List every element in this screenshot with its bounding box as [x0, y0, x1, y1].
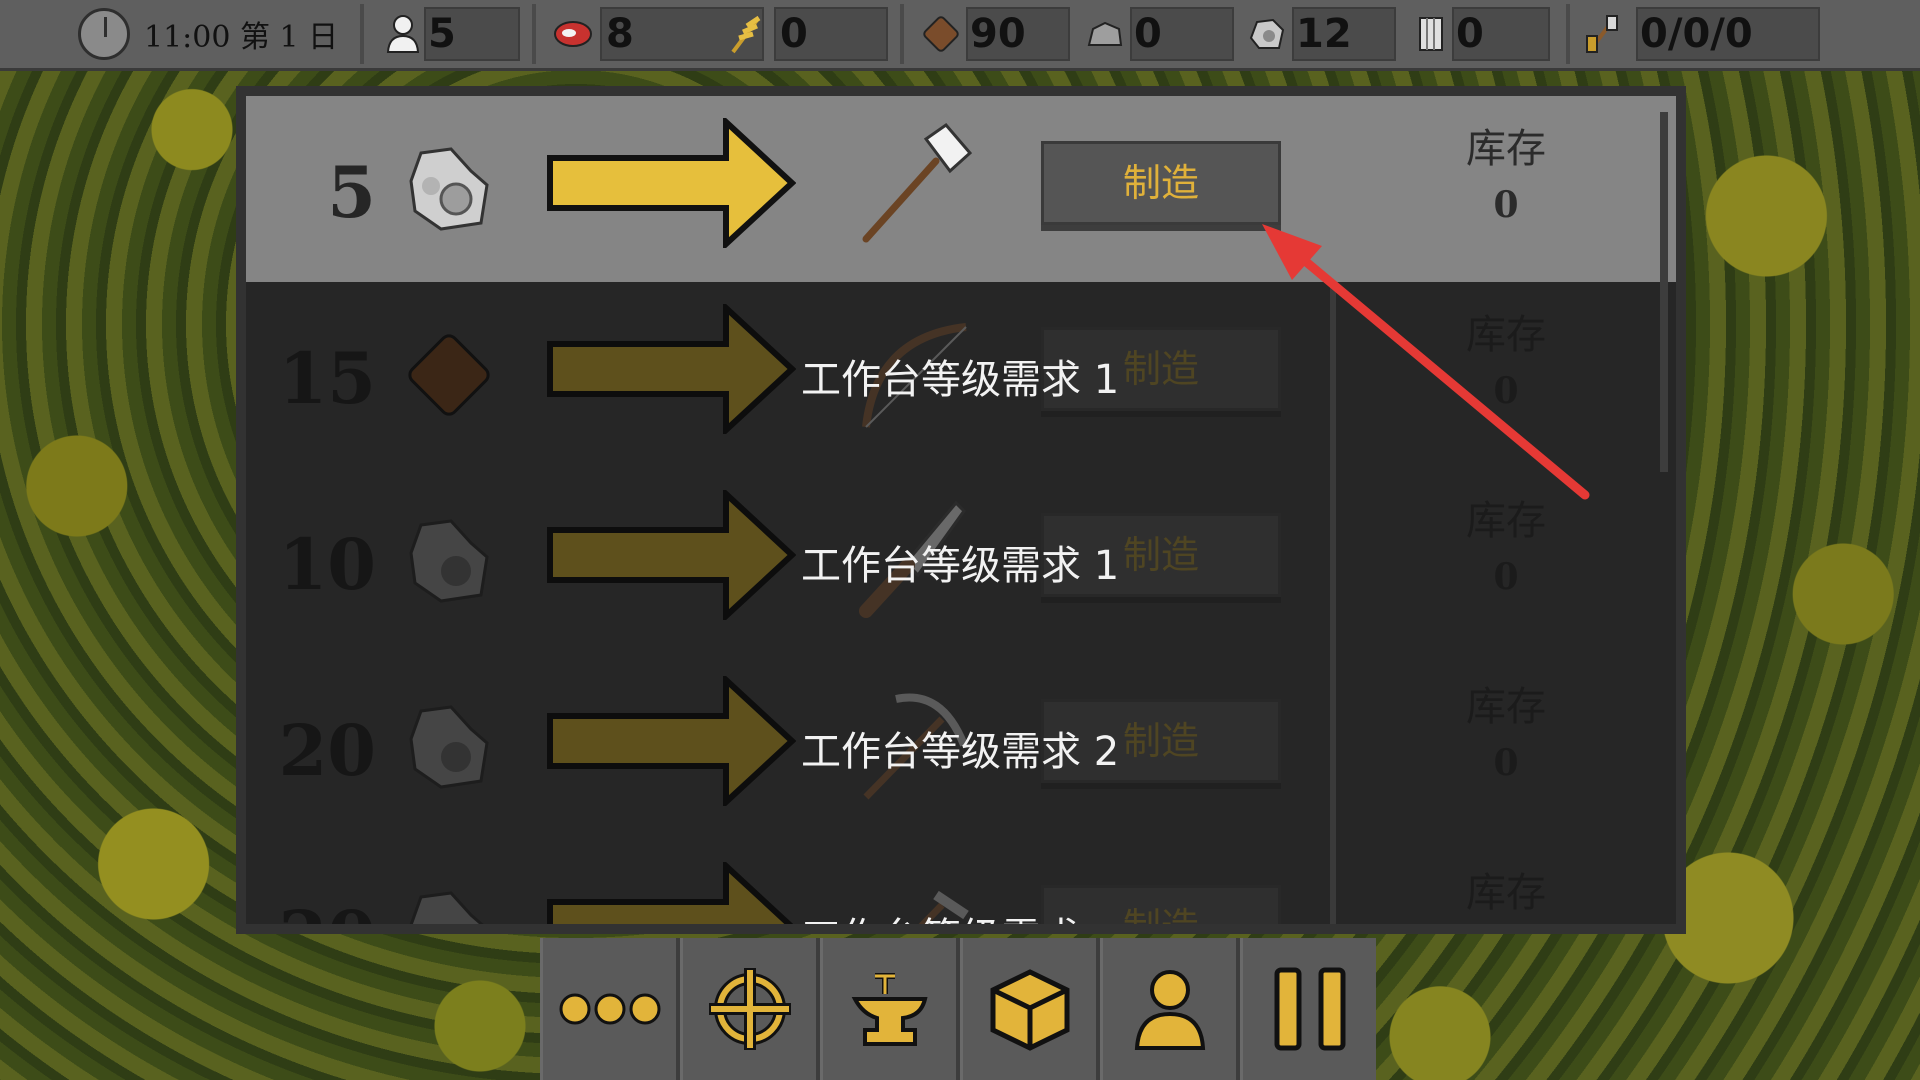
- workbench-requirement: 工作台等级需求 1: [801, 357, 1120, 403]
- stock-value: 0: [1493, 184, 1519, 226]
- workbench-requirement: 工作台等级需求 2: [801, 729, 1120, 775]
- stone-value: 0: [1134, 11, 1162, 57]
- axe-icon: [846, 121, 976, 251]
- tools-icon: [1580, 13, 1622, 55]
- divider: [532, 4, 536, 64]
- clock-icon: [78, 8, 130, 60]
- people-button[interactable]: [1100, 938, 1236, 1080]
- stock-column: 库存 0: [1336, 307, 1676, 419]
- arrow-icon: [546, 487, 797, 623]
- crafting-button[interactable]: [820, 938, 956, 1080]
- crafting-panel[interactable]: 5 制造 库存 0 15 制造 工作台等级需求 1 库存 0 10 制造 工作台…: [236, 86, 1686, 934]
- iron-ore-icon: [1246, 13, 1288, 55]
- more-button[interactable]: [540, 938, 676, 1080]
- divider: [1566, 4, 1570, 64]
- population-icon: [382, 13, 424, 55]
- stone-icon: [1084, 13, 1126, 55]
- stock-column: 库存 0: [1336, 679, 1676, 791]
- crate-icon: [990, 969, 1069, 1051]
- iron-bar-value: 0: [1456, 11, 1484, 57]
- stock-column: 库存 0: [1336, 493, 1676, 605]
- scrollbar[interactable]: [1660, 112, 1668, 472]
- stock-value: 0: [1493, 556, 1519, 598]
- game-time: 11:00 第 1 日: [144, 20, 339, 55]
- wheat-icon: [726, 13, 768, 55]
- meat-value: 8: [606, 11, 634, 57]
- stock-value: 0: [1493, 742, 1519, 784]
- craft-button[interactable]: 制造: [1041, 141, 1281, 225]
- recipe-row-axe[interactable]: 5 制造 库存 0: [246, 96, 1676, 282]
- recipe-row-pickaxe[interactable]: 20 制造 工作台等级需求 2 库存 0: [246, 654, 1676, 840]
- workbench-requirement: 工作台等级需求 1: [801, 543, 1120, 589]
- stock-value: 0: [1493, 370, 1519, 412]
- iron-ore-value: 12: [1296, 11, 1352, 57]
- iron-bar-icon: [1410, 13, 1452, 55]
- stock-label: 库存: [1466, 684, 1546, 730]
- tools-value: 0/0/0: [1640, 11, 1753, 57]
- workbench-requirement: 工作台等级需求: [801, 905, 1081, 924]
- stock-label: 库存: [1466, 870, 1546, 916]
- arrow-icon: [546, 301, 797, 437]
- recipe-row-hoe[interactable]: 20 制造 工作台等级需求 库存: [246, 840, 1676, 924]
- person-icon: [1134, 970, 1205, 1050]
- target-icon: [708, 968, 791, 1050]
- arrow-icon: [546, 859, 796, 924]
- iron-ore-icon: [401, 885, 496, 924]
- cost-amount: 10: [278, 523, 376, 606]
- cost-amount: 5: [327, 151, 376, 234]
- wood-icon: [401, 327, 496, 422]
- resource-bar: 11:00 第 1 日 5 8 0 90 0 12 0 0/0/0: [0, 0, 1920, 71]
- wood-icon: [920, 13, 962, 55]
- iron-ore-icon: [401, 513, 496, 608]
- clock: 11:00 第 1 日: [78, 6, 338, 62]
- arrow-icon: [546, 115, 797, 251]
- storage-button[interactable]: [960, 938, 1096, 1080]
- cost-amount: 20: [246, 895, 376, 924]
- stock-label: 库存: [1466, 126, 1546, 172]
- divider: [360, 4, 364, 64]
- population-value: 5: [428, 11, 456, 57]
- meat-icon: [552, 13, 594, 55]
- recipe-row-knife[interactable]: 10 制造 工作台等级需求 1 库存 0: [246, 468, 1676, 654]
- stock-label: 库存: [1466, 312, 1546, 358]
- pause-icon: [1274, 967, 1345, 1051]
- divider: [900, 4, 904, 64]
- pause-button[interactable]: [1240, 938, 1376, 1080]
- recipe-row-bow[interactable]: 15 制造 工作台等级需求 1 库存 0: [246, 282, 1676, 468]
- more-icon: [559, 993, 660, 1025]
- arrow-icon: [546, 673, 797, 809]
- target-button[interactable]: [680, 938, 816, 1080]
- cost-amount: 20: [278, 709, 376, 792]
- bottom-toolbar: [540, 938, 1376, 1080]
- stock-label: 库存: [1466, 498, 1546, 544]
- anvil-icon: [851, 973, 928, 1046]
- cost-amount: 15: [278, 337, 376, 420]
- stock-column: 库存 0: [1336, 121, 1676, 233]
- stock-column: 库存: [1336, 865, 1676, 921]
- wood-value: 90: [970, 11, 1026, 57]
- iron-ore-icon: [401, 699, 496, 794]
- iron-ore-icon: [401, 141, 496, 236]
- wheat-value: 0: [780, 11, 808, 57]
